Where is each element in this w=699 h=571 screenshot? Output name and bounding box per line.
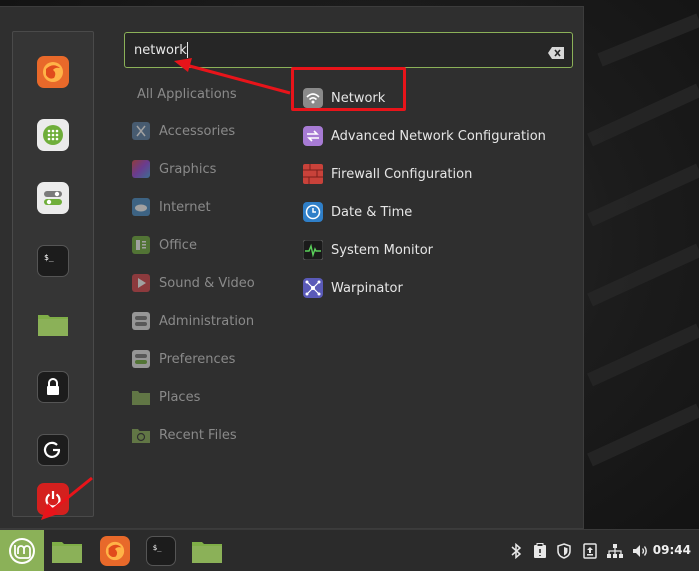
administration-icon xyxy=(131,311,151,331)
sound-video-icon xyxy=(131,273,151,293)
taskbar-terminal-button[interactable]: $_ xyxy=(146,536,176,566)
category-places[interactable]: Places xyxy=(131,385,281,409)
result-system-monitor[interactable]: System Monitor xyxy=(302,237,562,263)
terminal-icon: $_ xyxy=(153,543,162,552)
result-advanced-network-configuration[interactable]: Advanced Network Configuration xyxy=(302,123,562,149)
category-all-applications[interactable]: All Applications xyxy=(137,87,237,102)
svg-text:$_: $_ xyxy=(153,543,162,552)
graphics-icon xyxy=(131,159,151,179)
logout-icon[interactable] xyxy=(37,434,69,466)
category-internet[interactable]: Internet xyxy=(131,195,281,219)
category-administration[interactable]: Administration xyxy=(131,309,281,333)
taskbar-firefox-button[interactable] xyxy=(100,536,130,566)
category-graphics[interactable]: Graphics xyxy=(131,157,281,181)
preferences-icon xyxy=(131,349,151,369)
taskbar-files-button[interactable] xyxy=(51,535,83,567)
text-caret xyxy=(187,42,188,58)
warpinator-icon xyxy=(302,277,324,299)
search-box[interactable] xyxy=(124,32,573,68)
category-recent-files[interactable]: Recent Files xyxy=(131,423,281,447)
result-date-time[interactable]: Date & Time xyxy=(302,199,562,225)
clear-search-icon[interactable] xyxy=(548,44,564,59)
result-network[interactable]: Network xyxy=(302,85,562,111)
result-warpinator[interactable]: Warpinator xyxy=(302,275,562,301)
terminal-icon[interactable]: $_ xyxy=(37,245,69,277)
office-icon xyxy=(131,235,151,255)
software-manager-icon[interactable] xyxy=(37,119,69,151)
firefox-icon xyxy=(105,541,125,561)
recent-files-icon xyxy=(131,425,151,445)
taskbar: $_ 09:44 xyxy=(0,529,699,571)
network-wifi-icon xyxy=(302,87,324,109)
internet-icon xyxy=(131,197,151,217)
places-icon xyxy=(131,387,151,407)
category-accessories[interactable]: Accessories xyxy=(131,119,281,143)
lock-screen-icon[interactable] xyxy=(37,371,69,403)
files-icon[interactable] xyxy=(37,308,69,340)
files-icon xyxy=(52,542,82,563)
update-icon[interactable] xyxy=(580,530,600,571)
category-office[interactable]: Office xyxy=(131,233,281,257)
application-menu: $_ All Applications Accessories Graphics xyxy=(0,6,584,529)
bluetooth-icon[interactable] xyxy=(507,530,525,571)
mint-logo-icon xyxy=(9,538,35,564)
taskbar-files-button-2[interactable] xyxy=(191,535,223,567)
shield-icon[interactable] xyxy=(554,530,574,571)
category-preferences[interactable]: Preferences xyxy=(131,347,281,371)
network-icon[interactable] xyxy=(604,530,626,571)
advanced-network-icon xyxy=(302,125,324,147)
firewall-icon xyxy=(302,163,324,185)
clock-icon xyxy=(302,201,324,223)
category-sound-video[interactable]: Sound & Video xyxy=(131,271,281,295)
result-firewall-configuration[interactable]: Firewall Configuration xyxy=(302,161,562,187)
system-monitor-icon xyxy=(302,239,324,261)
accessories-icon xyxy=(131,121,151,141)
volume-icon[interactable] xyxy=(630,530,652,571)
files-icon xyxy=(192,542,222,563)
system-settings-icon[interactable] xyxy=(37,182,69,214)
svg-text:$_: $_ xyxy=(44,253,54,262)
favorites-sidebar: $_ xyxy=(12,31,94,517)
clipboard-icon[interactable] xyxy=(530,530,550,571)
menu-button[interactable] xyxy=(0,530,44,571)
shutdown-icon[interactable] xyxy=(37,483,69,515)
firefox-icon[interactable] xyxy=(37,56,69,88)
clock[interactable]: 09:44 xyxy=(653,543,691,557)
search-input[interactable] xyxy=(134,40,534,60)
